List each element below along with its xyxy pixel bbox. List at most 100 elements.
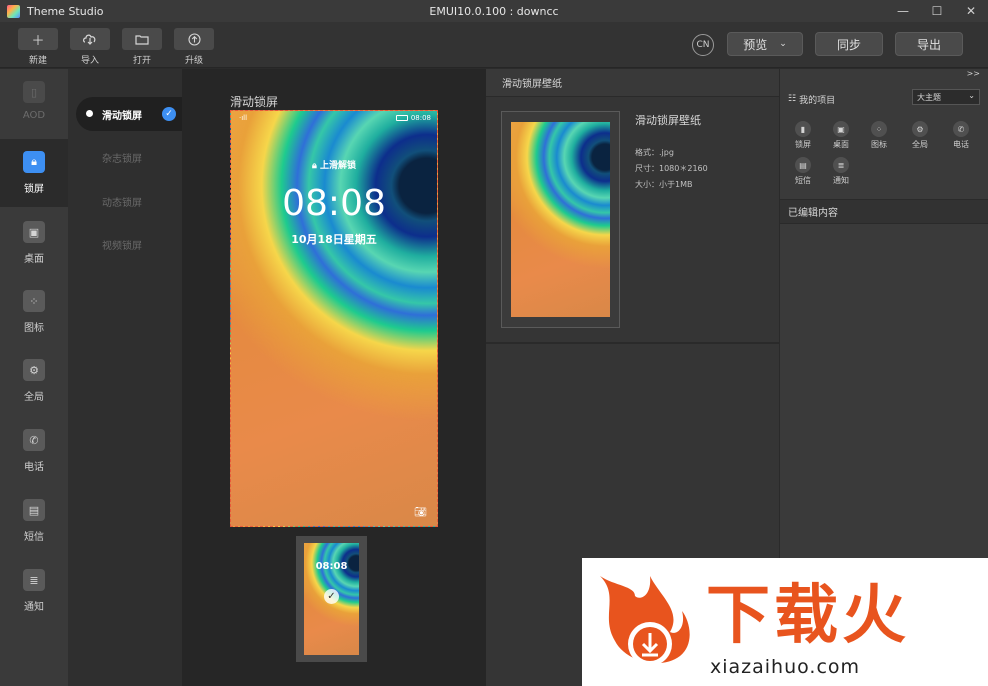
- date-widget[interactable]: 10月18日星期五: [231, 231, 437, 247]
- watermark-logo: 下载火 xiazaihuo.com: [582, 558, 988, 686]
- project-item-lockscreen[interactable]: ▮ 锁屏: [788, 121, 818, 150]
- chevron-down-icon: ⌄: [968, 91, 975, 100]
- lockscreen-thumbnail[interactable]: 08:08 ✓: [296, 536, 367, 662]
- wallpaper-name: 滑动锁屏壁纸: [635, 114, 701, 127]
- rail-item-lockscreen[interactable]: 🔒︎ 锁屏: [0, 139, 68, 207]
- maximize-button[interactable]: ☐: [920, 0, 954, 22]
- collapse-panel-button[interactable]: >>: [780, 69, 988, 81]
- rail-label: 全局: [24, 392, 44, 403]
- language-button[interactable]: CN: [692, 34, 714, 56]
- notification-icon: ≣: [833, 157, 849, 173]
- project-item-notification[interactable]: ≣ 通知: [826, 157, 856, 186]
- open-button[interactable]: [122, 28, 162, 50]
- rail-item-aod[interactable]: ▯ AOD: [0, 69, 68, 137]
- phone-icon: ✆: [23, 429, 45, 451]
- rail-label: 通知: [24, 602, 44, 613]
- subnav-item-dynamic-lock[interactable]: 动态锁屏: [76, 184, 182, 218]
- status-time: 08:08: [410, 114, 431, 122]
- rail-label: 桌面: [24, 254, 44, 265]
- subnav-label: 动态锁屏: [102, 197, 142, 209]
- project-item-label: 电话: [953, 140, 969, 149]
- close-button[interactable]: ✕: [954, 0, 988, 22]
- sync-button[interactable]: 同步: [815, 32, 883, 56]
- preview-label: 预览: [743, 37, 768, 52]
- thumbnail-clock: 08:08: [315, 561, 348, 572]
- new-tool[interactable]: ＋ 新建: [18, 28, 58, 66]
- import-tool[interactable]: 导入: [70, 28, 110, 66]
- lockscreen-icon: ▮: [795, 121, 811, 137]
- chevron-down-icon: ⌄: [779, 39, 787, 49]
- wallpaper-slot[interactable]: [501, 111, 620, 328]
- rail-label: AOD: [22, 110, 46, 121]
- project-item-label: 通知: [833, 176, 849, 185]
- edited-content-header: 已编辑内容: [780, 199, 988, 224]
- plus-icon: ＋: [31, 33, 45, 49]
- check-icon: ✓: [162, 107, 176, 121]
- gear-icon: ⚙: [912, 121, 928, 137]
- rail-label: 电话: [24, 462, 44, 473]
- rail-label: 图标: [24, 323, 44, 334]
- status-right: 08:08: [395, 114, 431, 122]
- list-icon: ☷: [788, 94, 797, 104]
- watermark-en-text: xiazaihuo.com: [710, 656, 861, 678]
- folder-icon: [135, 34, 149, 45]
- canvas-title: 滑动锁屏: [230, 95, 279, 109]
- watermark-cn-text: 下载火: [706, 579, 910, 653]
- flame-logo-icon: [600, 576, 690, 666]
- thumbnail-image: 08:08 ✓: [304, 543, 359, 655]
- rail-label: 短信: [24, 532, 44, 543]
- title-bar: Theme Studio EMUI10.0.100 : downcc — ☐ ✕: [0, 0, 988, 22]
- lockscreen-icon: 🔒︎: [23, 151, 45, 173]
- minimize-button[interactable]: —: [886, 0, 920, 22]
- subnav-item-magazine-lock[interactable]: 杂志锁屏: [76, 140, 182, 174]
- rail-item-icons[interactable]: ⁘ 图标: [0, 278, 68, 346]
- subnav-label: 滑动锁屏: [102, 110, 142, 122]
- upgrade-label: 升级: [184, 56, 203, 66]
- window-controls: — ☐ ✕: [886, 0, 988, 22]
- module-rail: ▯ AOD 🔒︎ 锁屏 ▣ 桌面 ⁘ 图标 ⚙ 全局 ✆ 电话 ▤ 短信 ≣ 通…: [0, 69, 68, 686]
- lock-icon: 🔒︎: [312, 161, 320, 171]
- battery-icon: [395, 115, 408, 121]
- rail-item-sms[interactable]: ▤ 短信: [0, 487, 68, 555]
- theme-type-select[interactable]: 大主题 ⌄: [912, 89, 980, 105]
- project-item-desktop[interactable]: ▣ 桌面: [826, 121, 856, 150]
- project-item-label: 锁屏: [795, 140, 811, 149]
- subnav-item-video-lock[interactable]: 视频锁屏: [76, 227, 182, 261]
- status-bar: ·ıll 08:08: [239, 113, 431, 123]
- project-item-global[interactable]: ⚙ 全局: [905, 121, 935, 150]
- project-item-icons[interactable]: ⁘ 图标: [864, 121, 894, 150]
- export-button[interactable]: 导出: [895, 32, 963, 56]
- import-label: 导入: [80, 56, 99, 66]
- open-label: 打开: [132, 56, 151, 66]
- icons-icon: ⁘: [871, 121, 887, 137]
- subnav-label: 视频锁屏: [102, 240, 142, 252]
- selected-check-icon: ✓: [324, 589, 339, 604]
- clock-widget[interactable]: 08:08: [231, 183, 437, 224]
- project-item-label: 图标: [871, 140, 887, 149]
- upgrade-tool[interactable]: 升级: [174, 28, 214, 66]
- rail-item-phone[interactable]: ✆ 电话: [0, 417, 68, 485]
- unlock-hint-label: 上滑解锁: [319, 161, 356, 171]
- open-tool[interactable]: 打开: [122, 28, 162, 66]
- notification-icon: ≣: [23, 569, 45, 591]
- rail-item-desktop[interactable]: ▣ 桌面: [0, 209, 68, 277]
- wallpaper-image: [511, 122, 610, 317]
- window-title: EMUI10.0.100 : downcc: [429, 4, 559, 18]
- project-item-sms[interactable]: ▤ 短信: [788, 157, 818, 186]
- unlock-hint[interactable]: 🔒︎ 上滑解锁: [231, 158, 437, 171]
- project-item-phone[interactable]: ✆ 电话: [946, 121, 976, 150]
- camera-icon[interactable]: 📷︎: [414, 507, 427, 518]
- preview-dropdown[interactable]: 预览 ⌄: [727, 32, 803, 56]
- import-icon: [83, 34, 96, 45]
- aod-icon: ▯: [23, 81, 45, 103]
- new-button[interactable]: ＋: [18, 28, 58, 50]
- app-title: Theme Studio: [27, 4, 104, 18]
- subnav-item-slide-lock[interactable]: 滑动锁屏 ✓: [76, 97, 182, 131]
- lockscreen-preview[interactable]: ·ıll 08:08 🔒︎ 上滑解锁 08:08 10月18日星期五 📷︎: [230, 110, 438, 527]
- project-item-label: 桌面: [833, 140, 849, 149]
- divider: [486, 342, 779, 344]
- rail-item-notification[interactable]: ≣ 通知: [0, 557, 68, 625]
- import-button[interactable]: [70, 28, 110, 50]
- upgrade-button[interactable]: [174, 28, 214, 50]
- rail-item-global[interactable]: ⚙ 全局: [0, 347, 68, 415]
